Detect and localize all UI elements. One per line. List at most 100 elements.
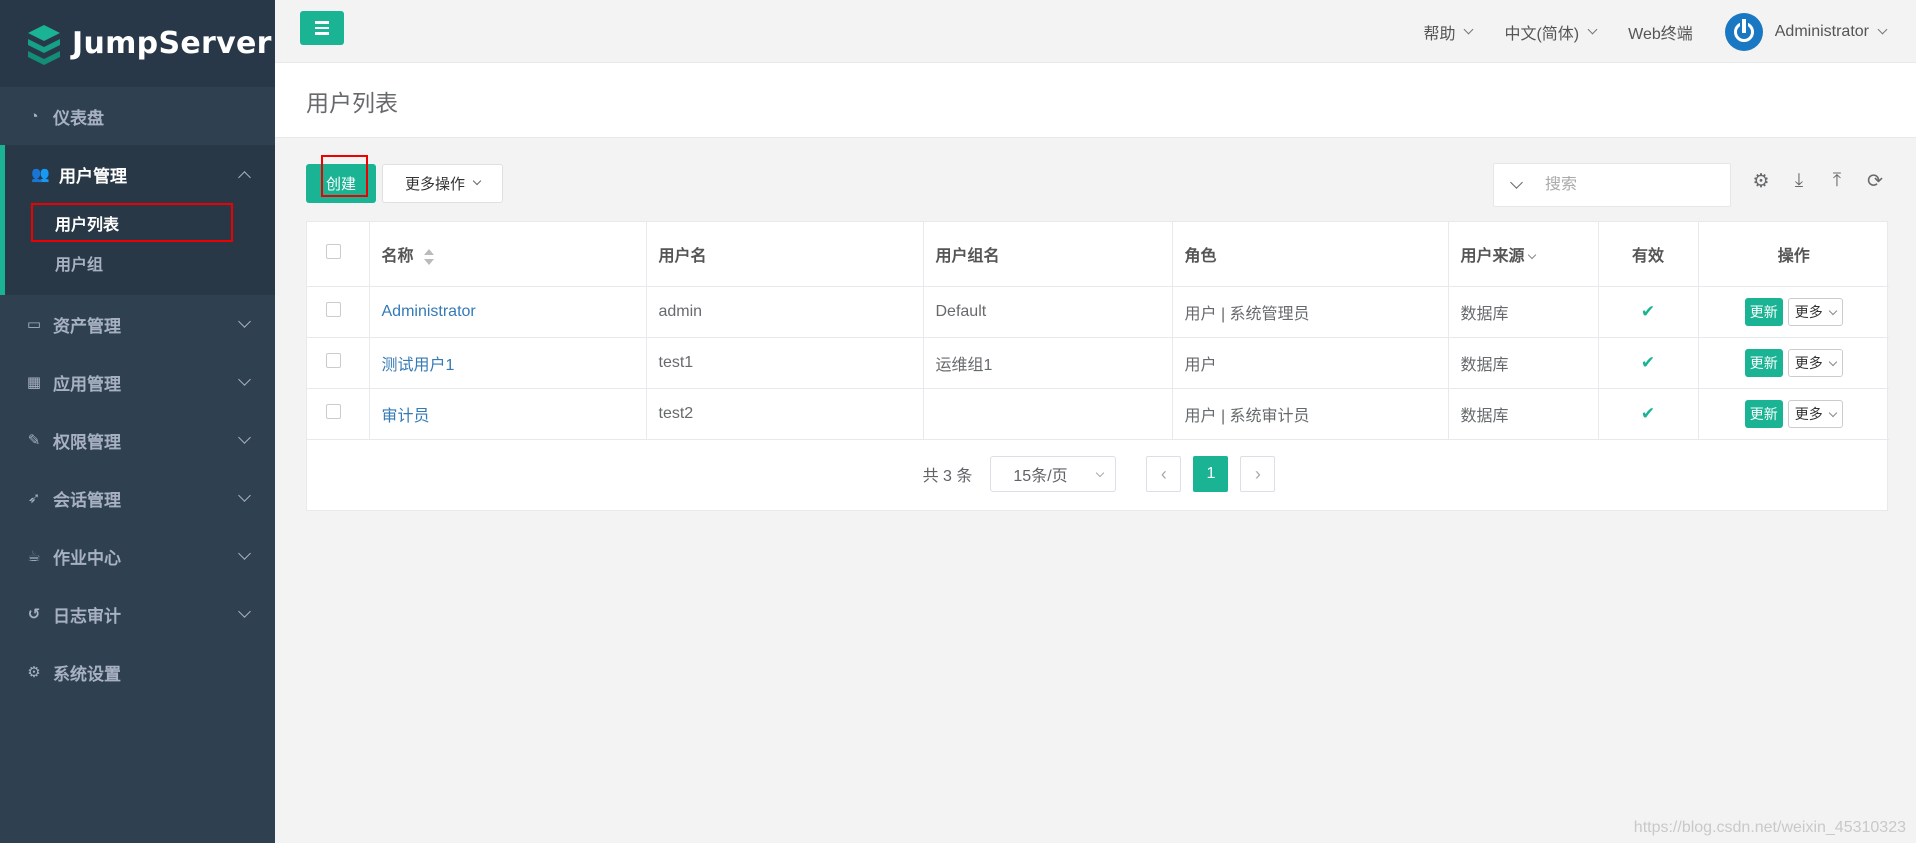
web-terminal-label: Web终端 [1628,25,1693,43]
update-button[interactable]: 更新 [1744,297,1783,326]
column-header-label: 用户来源 [1460,247,1525,265]
user-name: Administrator [1774,22,1869,40]
more-actions-label: 更多操作 [404,176,465,193]
row-checkbox[interactable] [326,301,341,317]
settings-icon[interactable]: ⚙ [1750,170,1772,192]
refresh-icon[interactable]: ⟳ [1864,170,1886,192]
chevron-down-icon [1828,306,1837,315]
grid-icon: ▦ [26,374,42,391]
search-input[interactable] [1545,176,1705,194]
sidebar-item-label: 权限管理 [53,432,121,452]
highlight-box-user-list [31,203,233,242]
cell-group: 运维组1 [922,336,1173,389]
cell-source: 数据库 [1447,336,1599,389]
column-header-username: 用户名 [645,222,924,287]
table-row: 测试用户1 test1 运维组1 用户 数据库 ✔ 更新 更多 [307,336,1889,389]
sort-icon[interactable] [423,248,434,265]
topbar-right: 帮助 中文(简体) Web终端 Administrator [1391,0,1888,63]
more-actions-button[interactable]: 更多操作 [382,164,503,203]
chevron-down-icon[interactable] [1510,176,1523,189]
coffee-icon: ☕ [27,548,41,565]
column-header-active: 有效 [1597,222,1699,287]
user-table-panel: 名称 用户名 用户组名 角色 用户来源 有效 操作 Administrator … [306,221,1889,511]
cell-role: 用户 | 系统审计员 [1171,387,1449,440]
help-menu[interactable]: 帮助 [1423,20,1474,44]
sidebar-subitem-user-group[interactable]: 用户组 [5,243,275,283]
user-name-link[interactable]: 测试用户1 [382,357,455,374]
watermark: https://blog.csdn.net/weixin_45310323 [1633,819,1906,836]
sidebar-item-label: 仪表盘 [53,108,104,128]
page-size-select[interactable]: 15条/页 [990,456,1117,492]
chevron-down-icon [1828,357,1837,366]
select-all-cell [307,222,370,287]
menu-toggle-button[interactable] [300,11,344,45]
sidebar-item-label: 会话管理 [53,490,121,510]
chevron-down-icon [238,373,251,386]
rocket-icon: ➶ [27,490,41,507]
search-box[interactable] [1493,163,1731,207]
column-header-source[interactable]: 用户来源 [1447,222,1599,287]
sidebar-item-applications[interactable]: ▦ 应用管理 [0,353,275,411]
help-label: 帮助 [1423,25,1456,43]
more-button[interactable]: 更多 [1787,348,1843,377]
cell-source: 数据库 [1447,285,1599,338]
user-name-link[interactable]: 审计员 [382,408,430,425]
sidebar-item-dashboard[interactable]: ◔ 仪表盘 [0,87,275,145]
sidebar-item-users[interactable]: 👥 用户管理 [5,145,275,203]
cell-actions: 更新 更多 [1697,336,1889,389]
sidebar-item-permissions[interactable]: ✎ 权限管理 [0,411,275,469]
highlight-box-create [321,155,368,197]
row-checkbox[interactable] [326,352,341,368]
table-row: 审计员 test2 用户 | 系统审计员 数据库 ✔ 更新 更多 [307,387,1889,440]
more-label: 更多 [1794,303,1823,320]
sidebar-item-assets[interactable]: ▭ 资产管理 [0,295,275,353]
more-label: 更多 [1794,405,1823,422]
sidebar-item-jobs[interactable]: ☕ 作业中心 [0,527,275,585]
chevron-down-icon [472,176,482,186]
chevron-down-icon [238,547,251,560]
user-menu[interactable]: Administrator [1724,12,1888,51]
update-button[interactable]: 更新 [1744,348,1783,377]
more-button[interactable]: 更多 [1787,399,1843,428]
cell-active: ✔ [1597,336,1699,389]
table-row: Administrator admin Default 用户 | 系统管理员 数… [307,285,1889,338]
sidebar-item-sessions[interactable]: ➶ 会话管理 [0,469,275,527]
sidebar-item-label: 资产管理 [53,316,121,336]
chevron-up-icon [238,171,251,184]
chevron-down-icon [238,605,251,618]
row-checkbox[interactable] [326,403,341,419]
logo[interactable]: JumpServer [0,0,275,87]
cell-name: Administrator [368,285,647,338]
cell-name: 测试用户1 [368,336,647,389]
column-header-name[interactable]: 名称 [368,222,647,287]
user-name-link[interactable]: Administrator [382,303,476,320]
next-page-button[interactable]: › [1240,456,1276,492]
column-header-role: 角色 [1171,222,1449,287]
sidebar-item-settings[interactable]: ⚙ 系统设置 [0,643,275,701]
language-menu[interactable]: 中文(简体) [1504,20,1598,44]
language-label: 中文(简体) [1504,25,1580,43]
edit-icon: ✎ [27,432,41,449]
chevron-down-icon [1828,408,1837,417]
cell-active: ✔ [1597,387,1699,440]
sidebar-item-audit[interactable]: ↺ 日志审计 [0,585,275,643]
hamburger-icon [315,21,329,24]
prev-page-button[interactable]: ‹ [1146,456,1182,492]
page-title: 用户列表 [306,90,398,116]
page-heading: 用户列表 [275,63,1916,138]
column-header-label: 名称 [381,247,414,265]
update-button[interactable]: 更新 [1744,399,1783,428]
more-button[interactable]: 更多 [1787,297,1843,326]
web-terminal-link[interactable]: Web终端 [1628,20,1693,44]
select-all-checkbox[interactable] [326,243,341,259]
page-button-current[interactable]: 1 [1193,456,1229,492]
chevron-down-icon [1877,24,1888,34]
chevron-down-icon [1096,468,1105,478]
sidebar-item-label: 系统设置 [53,664,121,684]
table-header-row: 名称 用户名 用户组名 角色 用户来源 有效 操作 [307,222,1889,287]
cell-username: test1 [645,336,924,389]
upload-icon[interactable]: ⤒ [1826,170,1848,192]
download-icon[interactable]: ⤓ [1788,170,1810,192]
sidebar-item-label: 日志审计 [53,606,121,626]
sidebar-item-label: 应用管理 [53,374,121,394]
